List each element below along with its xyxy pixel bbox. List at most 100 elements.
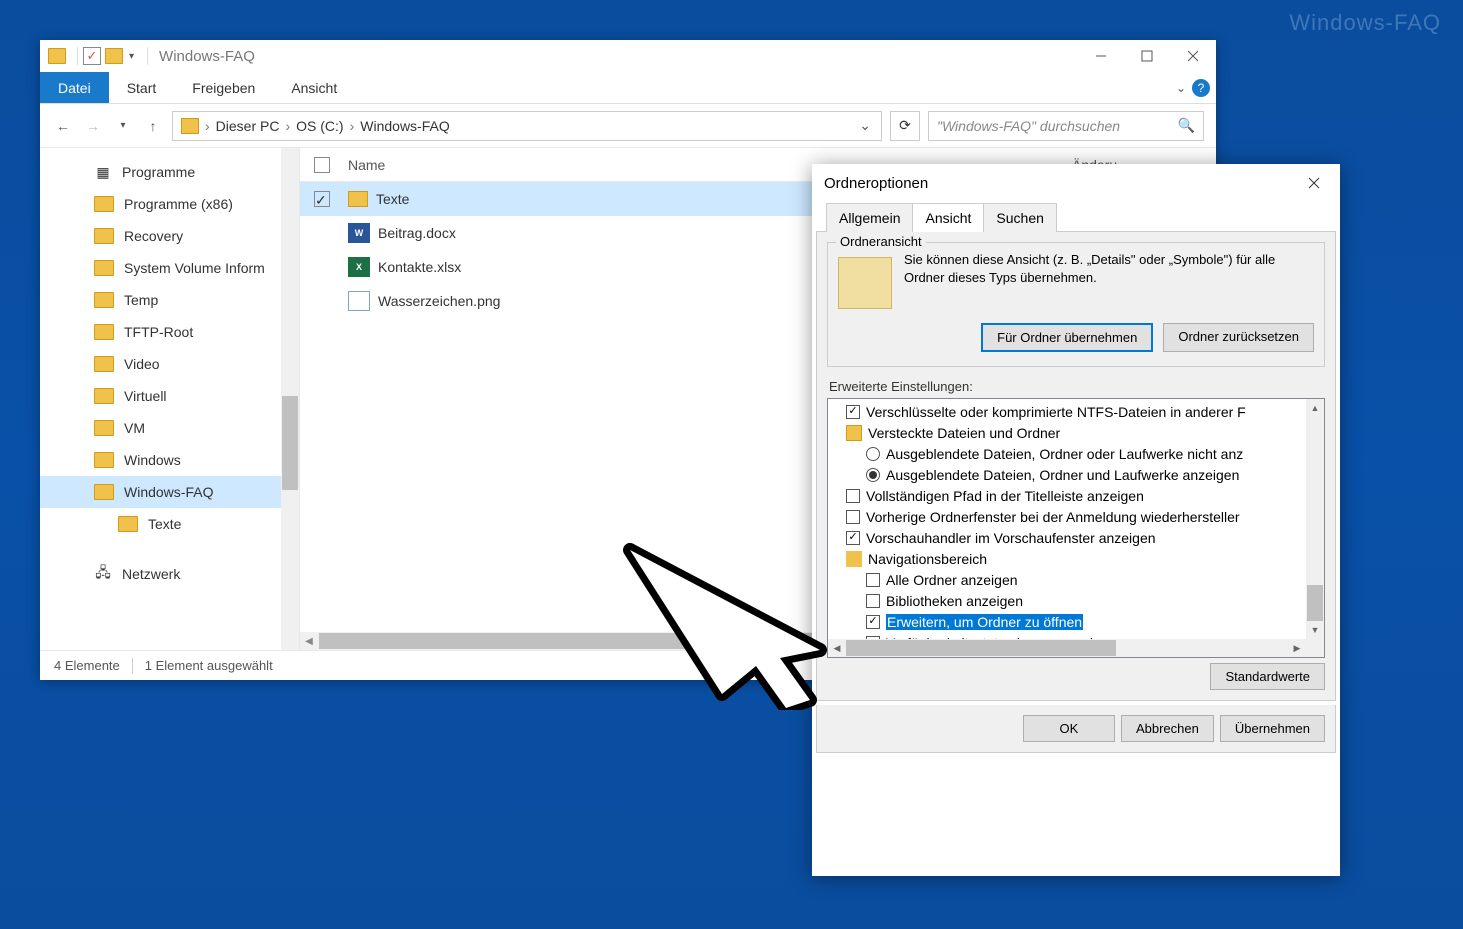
tree-item[interactable]: VM <box>40 412 299 444</box>
scroll-left-icon[interactable]: ◀ <box>828 639 846 657</box>
cancel-button[interactable]: Abbrechen <box>1121 715 1214 742</box>
checkbox[interactable] <box>866 573 880 587</box>
breadcrumb-item[interactable]: OS (C:)› <box>292 118 356 134</box>
tree-item[interactable]: Video <box>40 348 299 380</box>
dialog-close-button[interactable] <box>1300 169 1328 197</box>
setting-item[interactable]: Ausgeblendete Dateien, Ordner oder Laufw… <box>828 443 1306 464</box>
vertical-scrollbar[interactable]: ▲ ▼ <box>1306 399 1324 639</box>
tab-search[interactable]: Suchen <box>983 203 1056 232</box>
checkbox[interactable] <box>846 405 860 419</box>
scroll-right-icon[interactable]: ▶ <box>1288 639 1306 657</box>
help-icon[interactable]: ? <box>1192 79 1210 97</box>
excel-icon: X <box>348 257 370 277</box>
row-checkbox[interactable]: ✓ <box>314 191 330 207</box>
setting-item[interactable]: Verschlüsselte oder komprimierte NTFS-Da… <box>828 401 1306 422</box>
scroll-down-icon[interactable]: ▼ <box>1306 621 1324 639</box>
refresh-button[interactable]: ⟳ <box>890 111 920 141</box>
search-placeholder: "Windows-FAQ" durchsuchen <box>937 118 1120 134</box>
checkbox[interactable] <box>846 489 860 503</box>
radio[interactable] <box>866 447 880 461</box>
search-input[interactable]: "Windows-FAQ" durchsuchen 🔍 <box>928 111 1204 141</box>
tree-item-label: Windows <box>124 452 181 468</box>
setting-item[interactable]: Ausgeblendete Dateien, Ordner und Laufwe… <box>828 464 1306 485</box>
chevron-right-icon: › <box>283 118 292 134</box>
scrollbar-thumb[interactable] <box>846 640 1116 656</box>
ribbon-tab-share[interactable]: Freigeben <box>174 72 273 103</box>
close-button[interactable] <box>1170 40 1216 72</box>
tree-item[interactable]: Texte <box>40 508 299 540</box>
qat-newfolder-icon[interactable] <box>105 48 123 64</box>
vertical-scrollbar[interactable] <box>281 148 299 650</box>
setting-item[interactable]: Verfügbarkeitsstatus immer anzeigen <box>828 632 1306 639</box>
checkbox[interactable] <box>866 615 880 629</box>
setting-label: Vorschauhandler im Vorschaufenster anzei… <box>866 530 1156 546</box>
folder-icon <box>94 420 114 436</box>
setting-item[interactable]: Vorherige Ordnerfenster bei der Anmeldun… <box>828 506 1306 527</box>
setting-item[interactable]: Alle Ordner anzeigen <box>828 569 1306 590</box>
setting-label: Navigationsbereich <box>868 551 987 567</box>
separator <box>77 47 78 65</box>
setting-item[interactable]: Erweitern, um Ordner zu öffnen <box>828 611 1306 632</box>
nav-back-button[interactable]: ← <box>52 115 74 137</box>
tree-item[interactable]: Recovery <box>40 220 299 252</box>
nav-up-button[interactable]: ↑ <box>142 115 164 137</box>
scrollbar-thumb[interactable] <box>1307 585 1323 621</box>
tab-view[interactable]: Ansicht <box>912 203 984 232</box>
address-bar[interactable]: › Dieser PC› OS (C:)› Windows-FAQ ⌄ <box>172 111 882 141</box>
checkbox[interactable] <box>846 510 860 524</box>
folder-icon <box>94 228 114 244</box>
nav-recent-dropdown[interactable]: ▾ <box>112 115 134 137</box>
tree-item-label: System Volume Inform <box>124 260 265 276</box>
apply-button[interactable]: Übernehmen <box>1220 715 1325 742</box>
tree-item[interactable]: Programme (x86) <box>40 188 299 220</box>
checkbox[interactable] <box>846 531 860 545</box>
setting-item: Navigationsbereich <box>828 548 1306 569</box>
status-count: 4 Elemente <box>54 658 120 673</box>
dialog-tabs: Allgemein Ansicht Suchen <box>816 202 1336 232</box>
scroll-up-icon[interactable]: ▲ <box>1306 399 1324 417</box>
ok-button[interactable]: OK <box>1023 715 1115 742</box>
tree-item[interactable]: TFTP-Root <box>40 316 299 348</box>
folder-view-group: Ordneransicht Sie können diese Ansicht (… <box>827 242 1325 367</box>
nav-tree: ▦ProgrammeProgramme (x86) Recovery System … <box>40 148 300 650</box>
scroll-left-icon[interactable]: ◀ <box>300 636 318 647</box>
select-all-checkbox[interactable] <box>314 157 330 173</box>
checkbox[interactable] <box>866 594 880 608</box>
setting-item[interactable]: Vorschauhandler im Vorschaufenster anzei… <box>828 527 1306 548</box>
breadcrumb-item[interactable]: Dieser PC› <box>212 118 292 134</box>
horizontal-scrollbar[interactable]: ◀ ▶ <box>828 639 1306 657</box>
restore-defaults-button[interactable]: Standardwerte <box>1210 663 1325 690</box>
ribbon-expand-icon[interactable]: ⌄ <box>1176 81 1186 95</box>
tree-item[interactable]: Virtuell <box>40 380 299 412</box>
setting-label: Erweitern, um Ordner zu öffnen <box>886 614 1083 630</box>
tree-item[interactable]: System Volume Inform <box>40 252 299 284</box>
setting-item: Versteckte Dateien und Ordner <box>828 422 1306 443</box>
tree-item[interactable]: Windows <box>40 444 299 476</box>
tree-item-label: Video <box>124 356 160 372</box>
tree-item-label: Windows-FAQ <box>124 484 213 500</box>
tree-item[interactable]: 🖧Netzwerk <box>40 558 299 590</box>
ribbon-tab-start[interactable]: Start <box>109 72 175 103</box>
search-icon[interactable]: 🔍 <box>1178 117 1195 134</box>
setting-item[interactable]: Vollständigen Pfad in der Titelleiste an… <box>828 485 1306 506</box>
breadcrumb-item[interactable]: Windows-FAQ <box>356 118 453 134</box>
qat-properties-icon[interactable]: ✓ <box>83 47 101 65</box>
scrollbar-thumb[interactable] <box>282 396 298 490</box>
tree-item-label: Recovery <box>124 228 183 244</box>
ribbon-tab-view[interactable]: Ansicht <box>273 72 355 103</box>
setting-item[interactable]: Bibliotheken anzeigen <box>828 590 1306 611</box>
nav-forward-button[interactable]: → <box>82 115 104 137</box>
tree-item[interactable]: ▦Programme <box>40 156 299 188</box>
maximize-button[interactable] <box>1124 40 1170 72</box>
minimize-button[interactable] <box>1078 40 1124 72</box>
tab-general[interactable]: Allgemein <box>826 203 913 232</box>
tree-item[interactable]: Temp <box>40 284 299 316</box>
qat-dropdown-icon[interactable]: ▾ <box>129 51 134 62</box>
radio[interactable] <box>866 468 880 482</box>
ribbon-file-tab[interactable]: Datei <box>40 72 109 103</box>
tree-item-label: TFTP-Root <box>124 324 193 340</box>
apply-to-folders-button[interactable]: Für Ordner übernehmen <box>981 323 1153 352</box>
reset-folders-button[interactable]: Ordner zurücksetzen <box>1163 323 1314 352</box>
address-dropdown-icon[interactable]: ⌄ <box>853 117 877 134</box>
tree-item[interactable]: Windows-FAQ <box>40 476 299 508</box>
